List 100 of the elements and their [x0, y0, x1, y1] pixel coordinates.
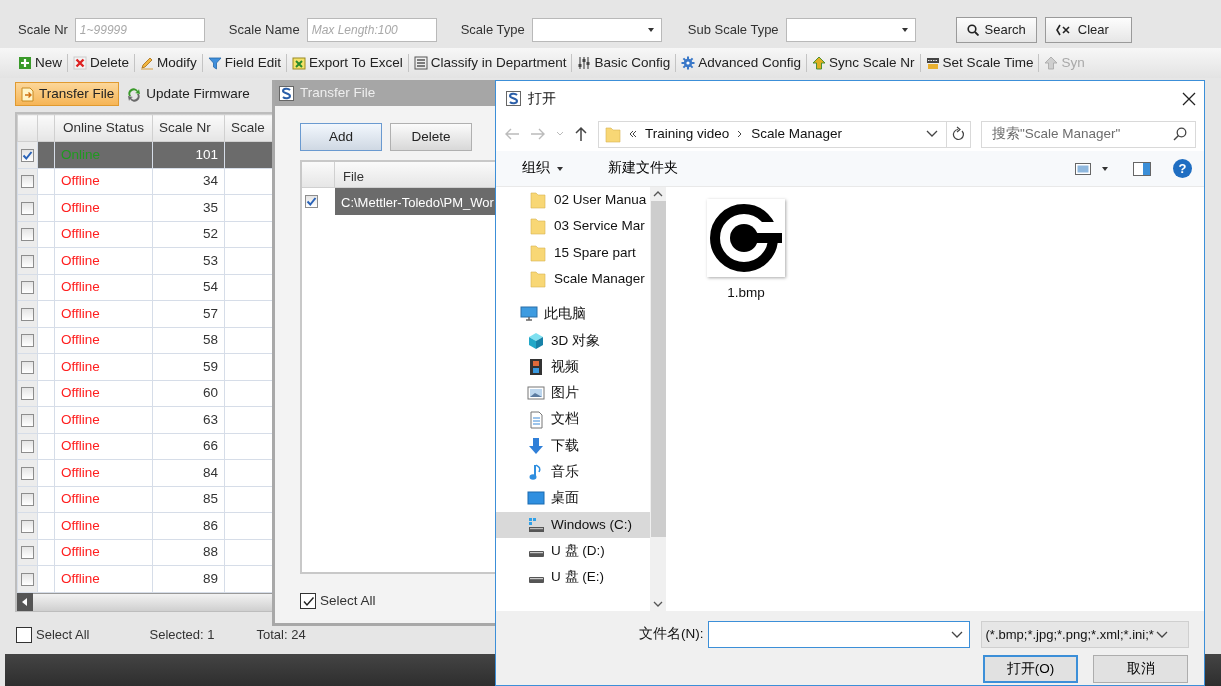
- chevron-down-icon: [950, 630, 963, 639]
- checkbox[interactable]: [21, 493, 34, 507]
- status-text: Offline: [61, 411, 100, 427]
- back-icon[interactable]: [504, 127, 520, 141]
- caret-icon: [556, 164, 564, 173]
- checkbox[interactable]: [21, 175, 34, 189]
- pencil-icon: [140, 56, 155, 70]
- nav-item[interactable]: 3D 对象: [496, 327, 650, 354]
- checkbox[interactable]: [21, 519, 34, 533]
- checkbox[interactable]: [21, 360, 34, 374]
- clock-icon: [925, 56, 940, 70]
- nav-item[interactable]: 文档: [496, 406, 650, 433]
- chevron-down-icon[interactable]: [556, 131, 564, 137]
- toolbar-button[interactable]: Sync Scale Nr: [808, 52, 919, 74]
- input-field[interactable]: 1~99999: [74, 18, 205, 42]
- nav-item[interactable]: 音乐: [496, 458, 650, 486]
- ring-logo-icon: [710, 202, 782, 274]
- up-arrow-icon[interactable]: [574, 126, 588, 142]
- table-cell: 54: [202, 279, 218, 295]
- checkbox[interactable]: [300, 593, 316, 610]
- column-header[interactable]: Scale: [231, 119, 265, 135]
- toolbar-button[interactable]: Modify: [136, 52, 201, 74]
- caret-icon[interactable]: [1101, 164, 1109, 173]
- view-icon[interactable]: [1075, 162, 1091, 175]
- toolbar-button[interactable]: Classify in Department: [409, 52, 571, 74]
- tab[interactable]: Transfer File: [15, 82, 120, 106]
- checkbox[interactable]: [21, 254, 34, 268]
- nav-item[interactable]: 视频: [496, 353, 650, 381]
- checkbox[interactable]: [21, 572, 34, 586]
- search-icon: [966, 24, 979, 36]
- pane-icon[interactable]: [1133, 161, 1151, 176]
- add-button[interactable]: Add: [300, 123, 382, 151]
- checkbox[interactable]: [21, 413, 34, 427]
- checkbox[interactable]: [21, 201, 34, 215]
- nav-item[interactable]: 03 Service Mar: [496, 213, 650, 240]
- delete-button[interactable]: Delete: [390, 123, 472, 151]
- status-text: Offline: [61, 517, 100, 533]
- funnel-icon: [207, 56, 222, 70]
- checkbox[interactable]: [21, 281, 34, 295]
- checkbox[interactable]: [21, 440, 34, 454]
- table-cell: 35: [202, 199, 218, 215]
- help-button[interactable]: ?: [1173, 159, 1192, 178]
- toolbar-button[interactable]: New: [14, 52, 66, 74]
- field-label: Sub Scale Type: [687, 21, 779, 40]
- nav-item[interactable]: Scale Manager: [496, 265, 650, 293]
- nav-item[interactable]: 桌面: [496, 485, 650, 512]
- close-icon[interactable]: [1182, 92, 1196, 106]
- list-icon: [413, 56, 428, 70]
- new-folder-button[interactable]: 新建文件夹: [602, 157, 684, 180]
- gear-icon: [681, 56, 696, 70]
- file-type-dropdown[interactable]: (*.bmp;*.jpg;*.png;*.xml;*.ini;*: [980, 621, 1189, 648]
- table-cell: 34: [202, 173, 218, 189]
- breadcrumb-link[interactable]: Training video: [645, 123, 730, 145]
- nav-item[interactable]: U 盘 (E:): [496, 564, 650, 591]
- up-arrow-icon: [1044, 56, 1059, 70]
- tab[interactable]: Update Firmware: [122, 82, 255, 106]
- toolbar-button[interactable]: Set Scale Time: [921, 52, 1038, 74]
- open-button[interactable]: 打开(O): [983, 655, 1078, 683]
- organize-menu-button[interactable]: 组织: [516, 157, 570, 180]
- nav-item[interactable]: 15 Spare part: [496, 239, 650, 266]
- search-box[interactable]: 搜索"Scale Manager": [981, 120, 1196, 148]
- nav-item[interactable]: 下载: [496, 432, 650, 459]
- dropdown[interactable]: [785, 18, 916, 42]
- checkbox[interactable]: [16, 627, 32, 643]
- filename-field[interactable]: [707, 621, 970, 648]
- nav-item[interactable]: 图片: [496, 380, 650, 407]
- clear-button[interactable]: Clear: [1044, 17, 1132, 43]
- nav-item[interactable]: 此电脑: [496, 301, 650, 328]
- checkbox[interactable]: [21, 387, 34, 401]
- checkbox[interactable]: [21, 228, 34, 242]
- toolbar-button[interactable]: Delete: [69, 52, 134, 74]
- film-icon: [527, 357, 545, 376]
- input-field[interactable]: Max Length:100: [306, 18, 437, 42]
- dropdown[interactable]: [531, 18, 662, 42]
- table-cell: 59: [202, 358, 218, 374]
- nav-item[interactable]: U 盘 (D:): [496, 537, 650, 565]
- breadcrumb-link[interactable]: Scale Manager: [751, 123, 843, 145]
- scrollbar[interactable]: [650, 187, 666, 611]
- checkbox[interactable]: [21, 334, 34, 348]
- nav-item[interactable]: Windows (C:): [496, 511, 650, 538]
- checkbox[interactable]: [21, 148, 34, 162]
- checkbox[interactable]: [21, 307, 34, 321]
- folder-icon: [530, 217, 548, 236]
- toolbar-button[interactable]: Field Edit: [203, 52, 286, 74]
- address-bar[interactable]: Training video Scale Manager: [598, 120, 971, 148]
- table-cell: 88: [202, 544, 218, 560]
- checkbox-label[interactable]: Select All: [36, 625, 90, 645]
- toolbar-button[interactable]: Basic Config: [573, 52, 675, 74]
- toolbar-button[interactable]: Export To Excel: [288, 52, 407, 74]
- chevron-up-icon: [653, 191, 663, 197]
- search-button[interactable]: Search: [955, 17, 1037, 43]
- cancel-button[interactable]: 取消: [1093, 655, 1188, 683]
- checkbox[interactable]: [305, 195, 318, 208]
- checkbox-label[interactable]: Select All: [320, 591, 376, 612]
- forward-icon[interactable]: [530, 127, 546, 141]
- toolbar-button[interactable]: Advanced Config: [677, 52, 806, 74]
- checkbox[interactable]: [21, 546, 34, 560]
- status-text: Offline: [61, 438, 100, 454]
- spreadsheet-icon: [292, 56, 307, 70]
- checkbox[interactable]: [21, 466, 34, 480]
